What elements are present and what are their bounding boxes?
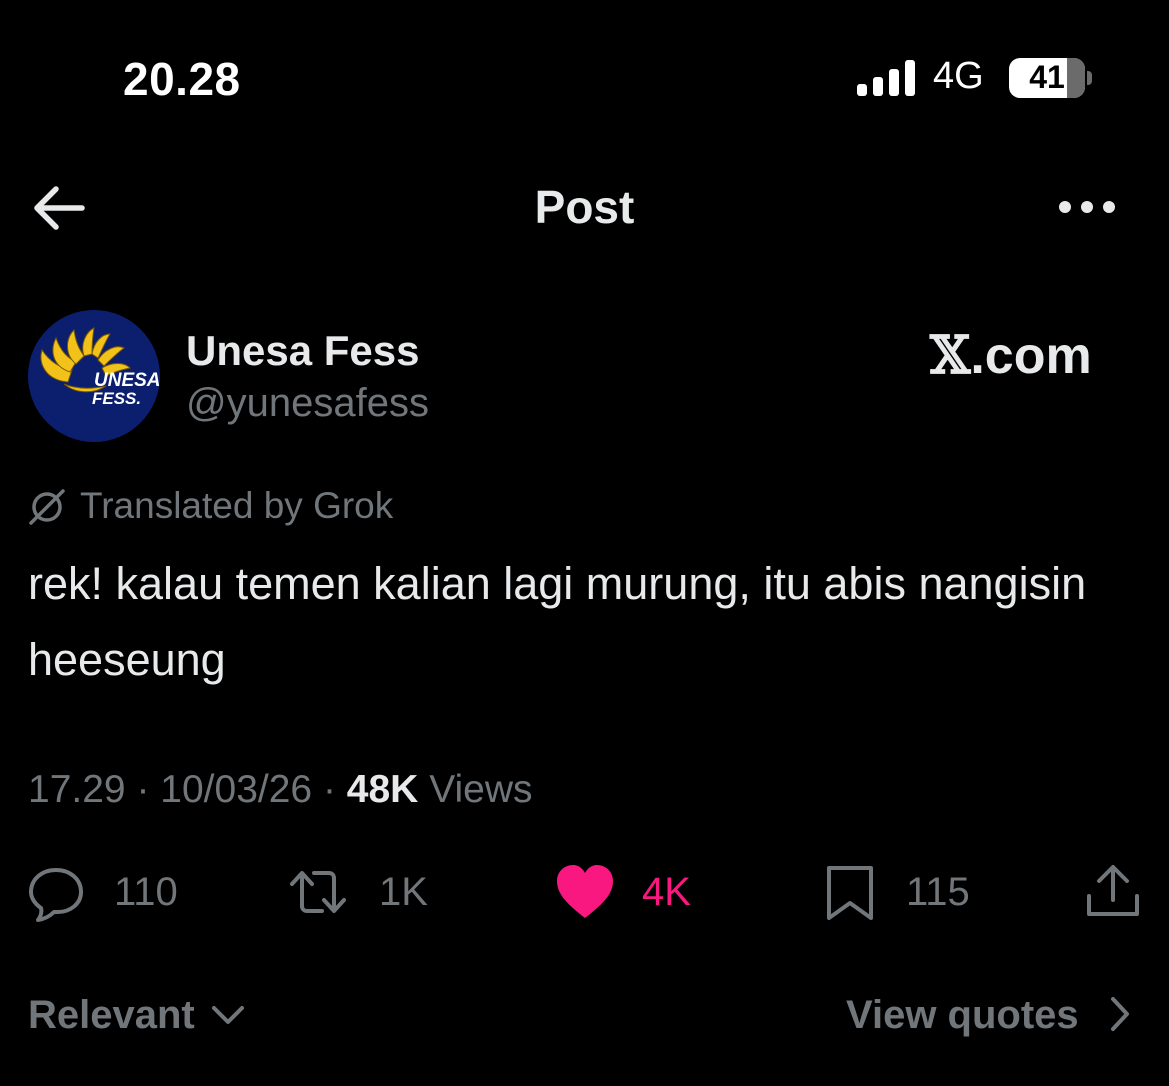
share-icon[interactable] bbox=[1083, 862, 1143, 922]
sort-replies-dropdown[interactable]: Relevant bbox=[28, 993, 195, 1038]
avatar[interactable]: UNESA FESS. bbox=[28, 310, 160, 442]
views-label: Views bbox=[429, 768, 533, 811]
repost-count[interactable]: 1K bbox=[379, 870, 428, 915]
battery-tip bbox=[1087, 71, 1092, 85]
post-date[interactable]: 10/03/26 bbox=[160, 768, 312, 811]
reply-icon[interactable] bbox=[26, 862, 86, 922]
post-meta: 17.29 · 10/03/26 · 48K Views bbox=[28, 768, 533, 811]
battery-icon: 41 bbox=[1009, 58, 1085, 98]
like-count[interactable]: 4K bbox=[642, 870, 691, 915]
battery-level: 41 bbox=[1029, 59, 1065, 95]
chevron-right-icon[interactable] bbox=[1106, 994, 1134, 1034]
more-horizontal-icon[interactable] bbox=[1058, 196, 1116, 218]
unesa-logo-icon: UNESA FESS. bbox=[40, 327, 160, 408]
post-text: rek! kalau temen kalian lagi murung, itu… bbox=[28, 558, 1087, 685]
chevron-down-icon[interactable] bbox=[210, 1000, 246, 1030]
svg-text:UNESA: UNESA bbox=[94, 370, 160, 391]
svg-text:FESS.: FESS. bbox=[92, 389, 141, 408]
xcom-watermark: 𝕏.com bbox=[930, 325, 1092, 386]
bookmark-count[interactable]: 115 bbox=[906, 870, 970, 915]
author-name[interactable]: Unesa Fess bbox=[186, 327, 419, 375]
grok-icon bbox=[29, 489, 65, 525]
reply-count[interactable]: 110 bbox=[114, 870, 178, 915]
post-time: 17.29 bbox=[28, 768, 126, 811]
author-handle[interactable]: @yunesafess bbox=[186, 381, 429, 426]
page-title: Post bbox=[534, 181, 635, 233]
cellular-signal-icon bbox=[857, 60, 915, 96]
repost-icon[interactable] bbox=[288, 862, 348, 922]
view-quotes-link[interactable]: View quotes bbox=[846, 993, 1079, 1038]
bookmark-icon[interactable] bbox=[820, 862, 880, 922]
views-count: 48K bbox=[346, 768, 419, 811]
status-time: 20.28 bbox=[123, 53, 241, 105]
translation-label[interactable]: Translated by Grok bbox=[80, 485, 393, 527]
network-type: 4G bbox=[933, 55, 984, 97]
heart-filled-icon[interactable] bbox=[555, 862, 615, 922]
